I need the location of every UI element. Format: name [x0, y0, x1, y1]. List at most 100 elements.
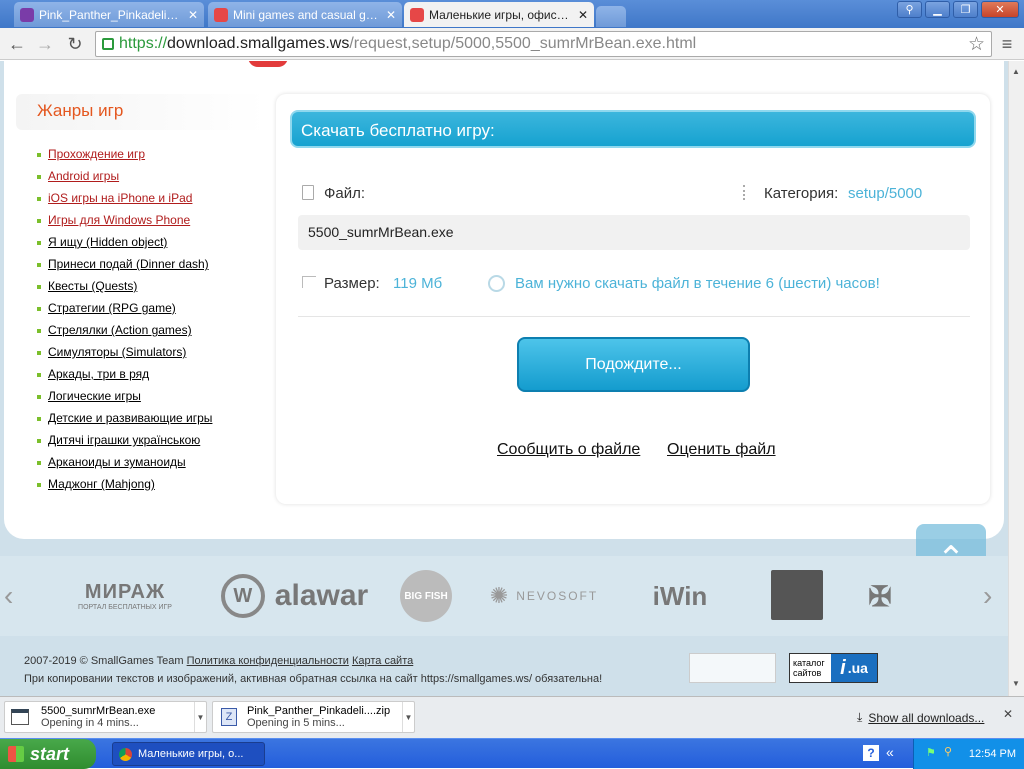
- partner-logo-iwin[interactable]: iWin: [632, 570, 728, 622]
- scroll-up-arrow-icon[interactable]: ▲: [1012, 67, 1020, 76]
- clock-icon: [488, 275, 505, 292]
- start-button[interactable]: start: [0, 739, 96, 769]
- taskbar-chrome-window[interactable]: Маленькие игры, о...: [112, 742, 265, 766]
- downloads-bar: 5500_sumrMrBean.exe Opening in 4 mins...…: [0, 696, 1024, 738]
- filename-field: 5500_sumrMrBean.exe: [298, 215, 970, 250]
- download-card: Скачать бесплатно игру: Файл: Категория:…: [276, 94, 990, 504]
- genre-link[interactable]: Дитячі іграшки українською: [36, 433, 200, 447]
- address-bar[interactable]: https:// download.smallgames.ws /request…: [95, 31, 992, 57]
- genres-sidebar: Жанры игр Прохождение игр Android игры i…: [16, 94, 266, 504]
- chevron-left-icon[interactable]: «: [886, 744, 894, 760]
- sitemap-link[interactable]: Карта сайта: [352, 655, 413, 667]
- close-icon[interactable]: ✕: [188, 8, 198, 22]
- copyright: 2007-2019 © SmallGames Team: [24, 655, 184, 667]
- chevron-right-icon[interactable]: ›: [983, 580, 992, 612]
- reload-icon[interactable]: ↻: [64, 33, 86, 55]
- star-icon[interactable]: ☆: [968, 33, 985, 56]
- swirl-icon: ✺: [489, 583, 511, 608]
- download-banner: Скачать бесплатно игру:: [290, 110, 976, 148]
- genre-link[interactable]: Маджонг (Mahjong): [37, 477, 155, 491]
- download-arrow-icon: ⤓: [857, 710, 863, 724]
- download-item[interactable]: 5500_sumrMrBean.exe Opening in 4 mins...…: [4, 701, 207, 733]
- genre-link[interactable]: Детские и развивающие игры: [36, 411, 212, 425]
- scroll-down-arrow-icon[interactable]: ▼: [1012, 679, 1020, 688]
- genres-title: Жанры игр: [16, 94, 266, 130]
- browser-toolbar: ← → ↻ https:// download.smallgames.ws /r…: [0, 28, 1024, 60]
- zip-file-icon: Z: [221, 708, 237, 726]
- category-icon: [743, 185, 755, 200]
- tab-mini-games[interactable]: Mini games and casual games ✕: [208, 2, 402, 27]
- genre-link[interactable]: Android игры: [36, 169, 119, 183]
- close-icon[interactable]: ✕: [386, 8, 396, 22]
- partner-logo-nevosoft[interactable]: ✺ NEVOSOFT: [484, 570, 604, 622]
- genre-link[interactable]: Я ищу (Hidden object): [36, 235, 167, 249]
- tab-favicon-icon: [410, 7, 424, 22]
- wait-download-button[interactable]: Подождите...: [517, 337, 750, 392]
- download-status: Opening in 5 mins...: [247, 717, 345, 729]
- catalog-badge[interactable]: каталог сайтов i .ua: [789, 653, 878, 683]
- restore-button[interactable]: ❐: [953, 1, 978, 18]
- system-tray: ⚑ ⚲ 12:54 PM: [913, 739, 1024, 769]
- close-window-button[interactable]: ✕: [981, 1, 1019, 18]
- search-icon[interactable]: ⚲: [944, 745, 952, 758]
- genre-link[interactable]: Аркады, три в ряд: [36, 367, 149, 381]
- report-file-link[interactable]: Сообщить о файле: [497, 441, 640, 459]
- genre-link[interactable]: Логические игры: [37, 389, 141, 403]
- os-taskbar: start Маленькие игры, о... ? « ⚑ ⚲ 12:54…: [0, 738, 1024, 769]
- genre-link[interactable]: Арканоиды и зуманоиды: [37, 455, 186, 469]
- clock: 12:54 PM: [968, 748, 1016, 760]
- new-tab-button[interactable]: [596, 6, 626, 27]
- genre-link[interactable]: iOS игры на iPhone и iPad: [36, 191, 192, 205]
- privacy-link[interactable]: Политика конфиденциальности: [187, 655, 349, 667]
- genre-link[interactable]: Игры для Windows Phone: [36, 213, 190, 227]
- genre-link[interactable]: Прохождение игр: [36, 147, 145, 161]
- partner-logo-bigfish[interactable]: BIG FISH: [400, 570, 452, 622]
- lock-icon: [102, 38, 114, 50]
- network-icon[interactable]: ⚑: [926, 746, 936, 759]
- logo-fragment: [248, 61, 288, 67]
- tab-favicon-icon: [20, 7, 34, 22]
- partner-logo-shield[interactable]: ✠: [856, 570, 904, 622]
- back-arrow-icon[interactable]: ←: [6, 33, 28, 55]
- user-icon[interactable]: ⚲: [897, 1, 922, 18]
- chrome-icon: [119, 747, 132, 761]
- genre-link[interactable]: Квесты (Quests): [36, 279, 137, 293]
- minimize-button[interactable]: ▁: [925, 1, 950, 18]
- partner-logo-mirazh[interactable]: МИРАЖ ПОРТАЛ БЕСПЛАТНЫХ ИГР: [60, 570, 190, 622]
- tab-favicon-icon: [214, 7, 228, 22]
- tab-small-games-active[interactable]: Маленькие игры, офисные ✕: [404, 2, 594, 27]
- footer-line-1: 2007-2019 © SmallGames Team Политика кон…: [24, 655, 413, 667]
- partner-logo-alawar[interactable]: W alawar: [212, 570, 377, 622]
- category-label: Категория:: [764, 185, 839, 202]
- close-icon[interactable]: ✕: [1003, 707, 1013, 721]
- forward-arrow-icon[interactable]: →: [34, 33, 56, 55]
- genre-link[interactable]: Стрелялки (Action games): [37, 323, 192, 337]
- genre-link[interactable]: Стратегии (RPG game): [37, 301, 176, 315]
- url-host: download.smallgames.ws: [167, 35, 350, 52]
- partners-strip: ‹ МИРАЖ ПОРТАЛ БЕСПЛАТНЫХ ИГР W alawar B…: [0, 556, 1008, 636]
- chevron-left-icon[interactable]: ‹: [4, 580, 13, 612]
- menu-icon[interactable]: ≡: [996, 33, 1018, 55]
- tab-title: Pink_Panther_Pinkadelic_Pur: [39, 7, 183, 22]
- help-icon[interactable]: ?: [863, 745, 879, 761]
- genre-link[interactable]: Симуляторы (Simulators): [36, 345, 186, 359]
- category-link[interactable]: setup/5000: [848, 185, 922, 202]
- size-icon: [302, 276, 316, 288]
- chevron-down-icon[interactable]: ▼: [402, 702, 414, 732]
- download-filename: 5500_sumrMrBean.exe: [41, 705, 156, 717]
- broken-image-placeholder: [689, 653, 776, 683]
- genre-link[interactable]: Принеси подай (Dinner dash): [37, 257, 209, 271]
- rate-file-link[interactable]: Оценить файл: [667, 441, 776, 459]
- vertical-scrollbar[interactable]: ▲ ▼: [1008, 61, 1024, 696]
- show-all-downloads[interactable]: ⤓ Show all downloads...: [857, 710, 984, 725]
- size-value: 119 Мб: [393, 275, 443, 292]
- chevron-down-icon[interactable]: ▼: [194, 702, 206, 732]
- exe-file-icon: [11, 709, 29, 725]
- tab-pink-panther[interactable]: Pink_Panther_Pinkadelic_Pur ✕: [14, 2, 204, 27]
- url-scheme: https://: [119, 35, 168, 52]
- download-item[interactable]: Z Pink_Panther_Pinkadeli....zip Opening …: [212, 701, 415, 733]
- partner-logo-dark[interactable]: [771, 570, 823, 620]
- close-icon[interactable]: ✕: [578, 8, 588, 22]
- footer-copy-notice: При копировании текстов и изображений, а…: [24, 673, 603, 685]
- divider: [298, 316, 970, 317]
